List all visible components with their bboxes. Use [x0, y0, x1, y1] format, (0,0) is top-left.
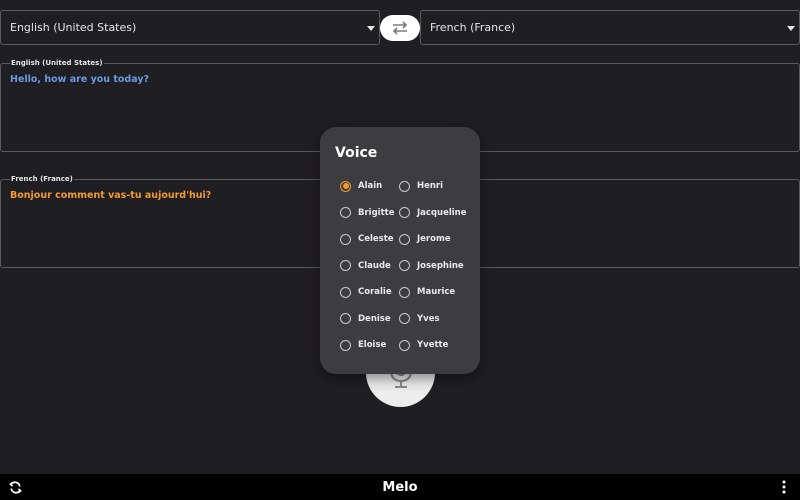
voice-dialog-title: Voice: [335, 145, 378, 161]
voice-option-yvette[interactable]: Yvette: [399, 335, 448, 355]
swap-arrows-icon: [392, 21, 408, 35]
voice-option-label: Henri: [417, 181, 444, 191]
voice-option-label: Brigitte: [358, 207, 395, 218]
voice-option-josephine[interactable]: Josephine: [399, 256, 464, 276]
voice-option-label: Maurice: [417, 287, 456, 297]
source-language-value: English (United States): [10, 21, 137, 34]
radio-button-icon[interactable]: [340, 286, 351, 298]
voice-option-yves[interactable]: Yves: [399, 309, 440, 329]
voice-option-label: Eloise: [358, 340, 387, 350]
source-language-select[interactable]: English (United States): [0, 10, 380, 45]
radio-button-icon[interactable]: [399, 180, 410, 192]
dropdown-arrow-icon: [367, 26, 375, 31]
radio-button-icon[interactable]: [399, 207, 410, 218]
radio-button-icon[interactable]: [399, 260, 410, 271]
source-text: Hello, how are you today?: [10, 74, 150, 85]
voice-option-label: Claude: [358, 260, 391, 271]
target-text-label: French (France): [10, 175, 74, 183]
radio-selected-dot: [342, 183, 349, 189]
radio-button-icon[interactable]: [399, 339, 410, 351]
radio-button-icon[interactable]: [399, 233, 410, 245]
voice-option-maurice[interactable]: Maurice: [399, 282, 455, 302]
voice-option-denise[interactable]: Denise: [340, 309, 391, 329]
voice-dialog: Voice Alain Henri Brigitte Jacqueline Celest…: [320, 127, 480, 374]
voice-option-claude[interactable]: Claude: [340, 256, 391, 276]
radio-button-icon[interactable]: [399, 313, 410, 324]
voice-option-celeste[interactable]: Celeste: [340, 229, 394, 249]
radio-button-icon[interactable]: [340, 207, 351, 218]
voice-option-eloise[interactable]: Eloise: [340, 335, 386, 355]
dropdown-arrow-icon: [787, 26, 795, 31]
voice-option-label: Jacqueline: [417, 207, 467, 218]
app-title: Melo: [382, 480, 418, 495]
voice-option-label: Yves: [417, 313, 440, 324]
voice-option-label: Yvette: [417, 340, 449, 350]
voice-option-alain[interactable]: Alain: [340, 176, 382, 196]
radio-button-icon[interactable]: [399, 286, 410, 298]
swap-languages-button[interactable]: [380, 15, 420, 41]
voice-option-jerome[interactable]: Jerome: [399, 229, 451, 249]
voice-option-label: Josephine: [417, 260, 464, 271]
voice-option-label: Celeste: [358, 234, 394, 244]
voice-option-label: Alain: [358, 181, 383, 191]
voice-option-jacqueline[interactable]: Jacqueline: [399, 203, 466, 223]
voice-option-brigitte[interactable]: Brigitte: [340, 203, 394, 223]
voice-option-label: Coralie: [358, 287, 392, 297]
bottom-bar: Melo: [0, 474, 800, 500]
radio-button-icon[interactable]: [340, 233, 351, 245]
target-language-select[interactable]: French (France): [420, 10, 800, 45]
more-vert-icon[interactable]: [779, 479, 789, 495]
radio-button-icon[interactable]: [340, 260, 351, 271]
radio-button-icon[interactable]: [340, 180, 351, 192]
source-text-label: English (United States): [10, 59, 104, 67]
voice-option-label: Denise: [358, 313, 391, 324]
target-language-value: French (France): [430, 21, 516, 34]
voice-option-henri[interactable]: Henri: [399, 176, 443, 196]
voice-option-label: Jerome: [417, 234, 451, 244]
radio-button-icon[interactable]: [340, 339, 351, 351]
voice-option-coralie[interactable]: Coralie: [340, 282, 392, 302]
radio-button-icon[interactable]: [340, 313, 351, 324]
